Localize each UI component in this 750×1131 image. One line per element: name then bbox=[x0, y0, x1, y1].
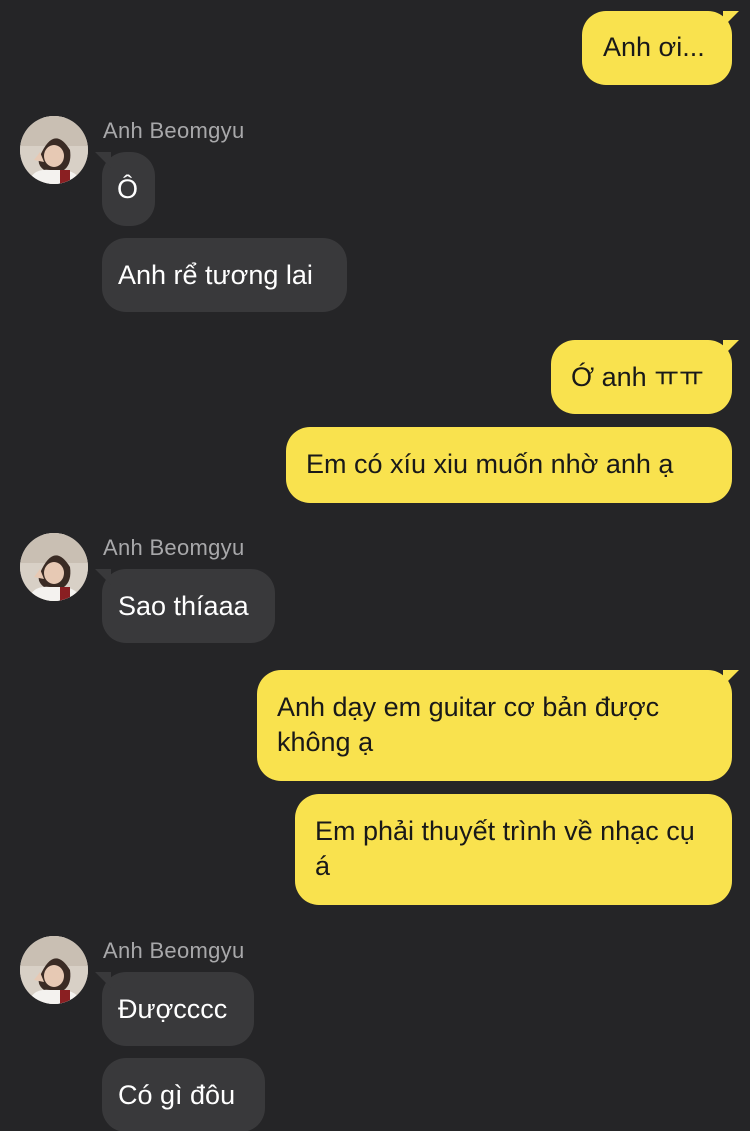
avatar-photo-icon bbox=[20, 116, 88, 184]
their-message-bubble[interactable]: Đượcccc bbox=[95, 972, 254, 1046]
their-message-bubble[interactable]: Có gì đôu bbox=[102, 1058, 265, 1131]
their-message-bubble[interactable]: Anh rể tương lai bbox=[102, 238, 347, 312]
my-message-bubble[interactable]: Anh dạy em guitar cơ bản được không ạ bbox=[257, 670, 739, 781]
contact-avatar[interactable] bbox=[20, 936, 88, 1004]
contact-avatar[interactable] bbox=[20, 533, 88, 601]
their-message-bubble[interactable]: Ô bbox=[95, 152, 155, 226]
my-message-bubble[interactable]: Em phải thuyết trình về nhạc cụ á bbox=[295, 794, 732, 905]
contact-avatar[interactable] bbox=[20, 116, 88, 184]
avatar-photo-icon bbox=[20, 936, 88, 1004]
my-message-bubble[interactable]: Anh ơi... bbox=[582, 11, 739, 85]
chat-message-list[interactable]: Anh ơi... Anh Beomgyu Ô Anh rể tương lai… bbox=[0, 0, 750, 1131]
avatar-photo-icon bbox=[20, 533, 88, 601]
sender-name: Anh Beomgyu bbox=[103, 535, 245, 560]
sender-name: Anh Beomgyu bbox=[103, 118, 245, 143]
their-message-bubble[interactable]: Sao thíaaa bbox=[95, 569, 275, 643]
sender-name: Anh Beomgyu bbox=[103, 938, 245, 963]
my-message-bubble[interactable]: Em có xíu xiu muốn nhờ anh ạ bbox=[286, 427, 732, 503]
my-message-bubble[interactable]: Ớ anh ㅠㅠ bbox=[551, 340, 739, 414]
